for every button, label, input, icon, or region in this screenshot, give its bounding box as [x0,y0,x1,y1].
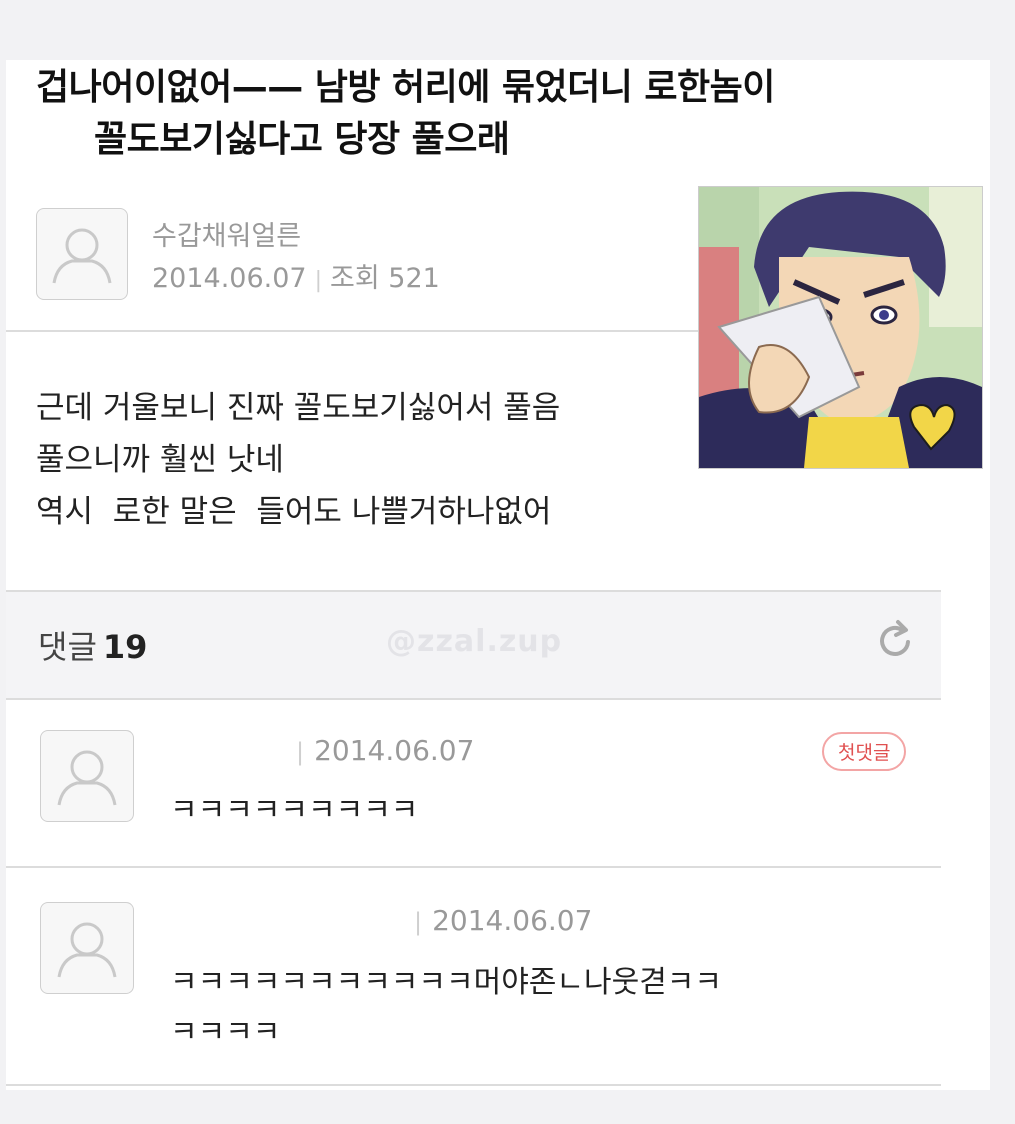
comment-text-line: ㅋㅋㅋㅋㅋㅋㅋㅋㅋㅋㅋ머야존ㄴ나웃겯ㅋㅋ [170,965,722,1000]
refresh-icon[interactable] [872,618,918,664]
post-body: 근데 거울보니 진짜 꼴도보기싫어서 풀음 풀으니까 훨씬 낫네 역시 로한 말… [36,382,696,538]
watermark: @zzal.zup [386,624,563,659]
meta-separator: | [414,908,423,936]
post-date: 2014.06.07 [152,263,307,294]
comments-header: 댓글 19 @zzal.zup [6,590,941,700]
comments-title: 댓글 19 [38,622,147,668]
commenter-avatar-icon[interactable] [40,902,134,994]
post-meta: 2014.06.07 | 조회 521 [152,256,440,295]
post-body-line: 풀으니까 훨씬 낫네 [36,442,284,478]
comment-date-wrap: | 2014.06.07 [296,734,474,767]
author-name[interactable]: 수갑채워얼른 [152,214,301,253]
post-body-line: 역시 로한 말은 들어도 나쁠거하나없어 [36,494,552,530]
comment-date: 2014.06.07 [314,734,475,767]
author-avatar-icon[interactable] [36,208,128,300]
comments-label: 댓글 [38,628,97,666]
commenter-name[interactable] [158,730,286,774]
divider [6,866,941,868]
post-views: 조회 521 [330,263,440,294]
first-comment-badge: 첫댓글 [822,732,907,771]
post-body-line: 근데 거울보니 진짜 꼴도보기싫어서 풀음 [36,390,561,426]
post-title: 겁나어이없어—— 남방 허리에 묶었더니 로한놈이 꼴도보기싫다고 당장 풀으래 [36,62,996,166]
divider [6,1084,941,1086]
post-title-line1: 겁나어이없어—— 남방 허리에 묶었더니 로한놈이 [36,67,775,108]
comment-text: ㅋㅋㅋㅋㅋㅋㅋㅋㅋ [170,793,419,828]
commenter-avatar-icon[interactable] [40,730,134,822]
comment-text: ㅋㅋㅋㅋㅋㅋㅋㅋㅋㅋㅋ머야존ㄴ나웃겯ㅋㅋ ㅋㅋㅋㅋ [170,958,722,1058]
comment-date: 2014.06.07 [432,904,593,937]
meta-separator: | [296,738,305,766]
comment-date-wrap: | 2014.06.07 [414,904,592,937]
commenter-name[interactable] [158,898,402,942]
comment-text-line: ㅋㅋㅋㅋ [170,1015,281,1050]
meta-separator: | [314,268,323,293]
comments-count: 19 [102,628,148,666]
post-image [698,186,983,469]
post-title-line2: 꼴도보기싫다고 당장 풀으래 [94,119,510,160]
